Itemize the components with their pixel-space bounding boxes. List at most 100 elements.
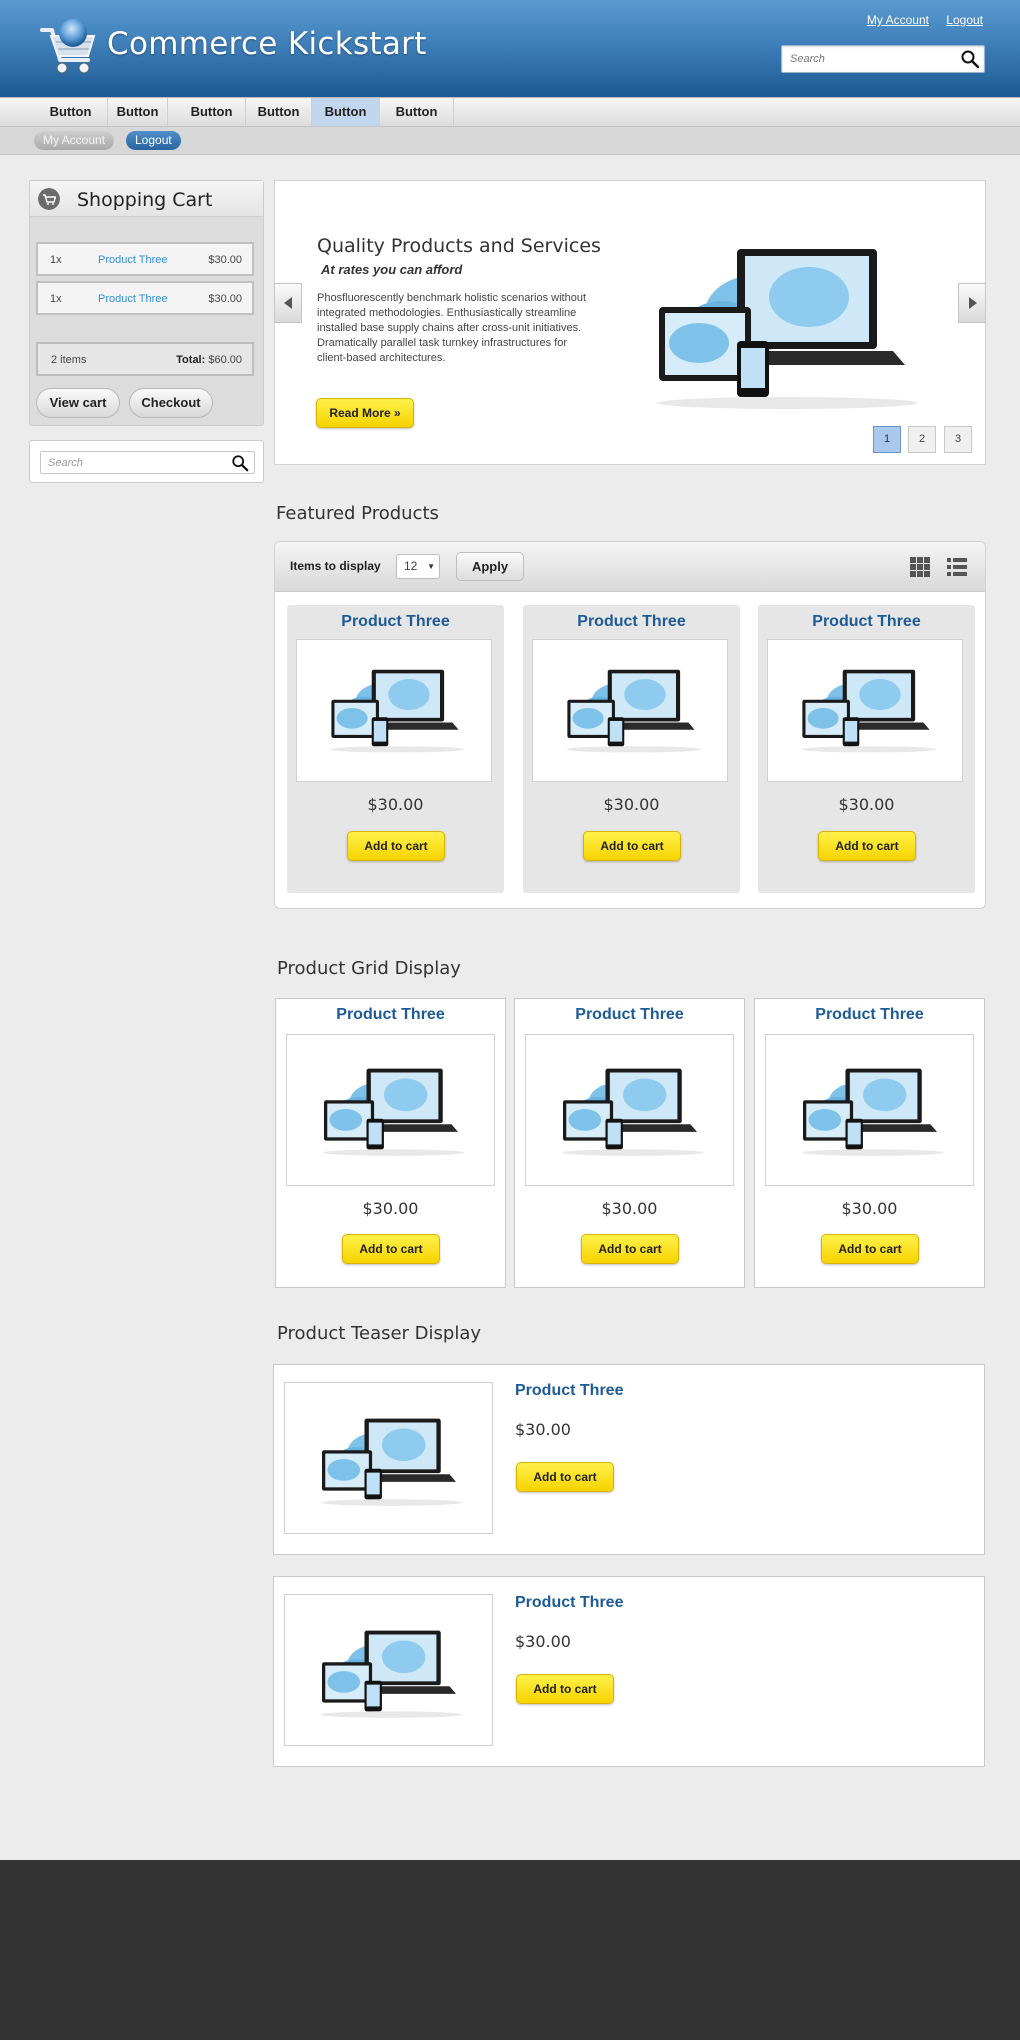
slider-prev-button[interactable] <box>274 283 302 323</box>
product-title-link[interactable]: Product Three <box>276 1006 505 1024</box>
menu-item-3[interactable]: Button <box>178 98 246 126</box>
product-devices-image <box>801 1068 944 1156</box>
product-image[interactable] <box>296 639 492 782</box>
add-to-cart-button[interactable]: Add to cart <box>516 1462 614 1492</box>
product-image[interactable] <box>767 639 963 782</box>
product-price: $30.00 <box>362 1199 419 1218</box>
grid-product-card: Product Three $30.00 Add to cart <box>275 998 506 1288</box>
slide-body: Phosfluorescently benchmark holistic sce… <box>317 292 587 364</box>
featured-heading: Featured Products <box>276 503 439 524</box>
menu-item-6[interactable]: Button <box>380 98 454 126</box>
product-title-link[interactable]: Product Three <box>755 1006 984 1024</box>
add-to-cart-button[interactable]: Add to cart <box>581 1234 679 1264</box>
items-to-display-label: Items to display <box>290 559 381 573</box>
product-image[interactable] <box>525 1034 734 1186</box>
add-to-cart-button[interactable]: Add to cart <box>342 1234 440 1264</box>
items-per-page-value: 12 <box>404 559 418 573</box>
search-icon[interactable] <box>231 454 249 472</box>
view-cart-button[interactable]: View cart <box>36 388 120 418</box>
teaser-product: Product Three $30.00 Add to cart <box>273 1576 985 1767</box>
shopping-cart-logo-icon[interactable] <box>34 16 100 82</box>
read-more-button[interactable]: Read More » <box>316 398 414 428</box>
product-price: $30.00 <box>515 1632 571 1651</box>
shopping-cart-block: Shopping Cart 1x Product Three $30.00 1x… <box>29 180 264 426</box>
product-price: $30.00 <box>603 795 660 814</box>
product-title-link[interactable]: Product Three <box>287 613 504 631</box>
product-image[interactable] <box>284 1594 493 1746</box>
list-view-icon[interactable] <box>945 555 969 579</box>
menu-item-2[interactable]: Button <box>108 98 168 126</box>
slider-page-3[interactable]: 3 <box>944 426 972 453</box>
cart-line-product-link[interactable]: Product Three <box>98 293 168 305</box>
items-per-page-select[interactable]: 12 ▼ <box>396 554 440 579</box>
user-menu: My Account Logout <box>0 127 1020 155</box>
product-price: $30.00 <box>515 1420 571 1439</box>
cart-line-item: 1x Product Three $30.00 <box>36 242 254 276</box>
product-title-link[interactable]: Product Three <box>515 1382 623 1400</box>
add-to-cart-button[interactable]: Add to cart <box>583 831 681 861</box>
site-footer <box>0 1860 1020 2040</box>
cart-total: Total: $60.00 <box>176 354 242 366</box>
cart-title: Shopping Cart <box>77 189 213 211</box>
search-icon[interactable] <box>960 49 980 69</box>
my-account-link[interactable]: My Account <box>867 13 929 27</box>
add-to-cart-button[interactable]: Add to cart <box>821 1234 919 1264</box>
my-account-pill[interactable]: My Account <box>34 131 115 150</box>
cart-summary: 2 items Total: $60.00 <box>36 342 254 376</box>
cart-line-price: $30.00 <box>208 254 242 266</box>
product-price: $30.00 <box>601 1199 658 1218</box>
add-to-cart-button[interactable]: Add to cart <box>516 1674 614 1704</box>
product-title-link[interactable]: Product Three <box>523 613 740 631</box>
product-image[interactable] <box>284 1382 493 1534</box>
grid-view-icon[interactable] <box>908 555 932 579</box>
product-devices-image <box>330 669 465 753</box>
grid-display-heading: Product Grid Display <box>277 958 461 979</box>
sidebar-search-input[interactable]: Search <box>40 451 255 474</box>
featured-products-block: Items to display 12 ▼ Apply Product Thre… <box>274 541 986 909</box>
featured-product-card: Product Three $30.00 Add to cart <box>287 605 504 893</box>
product-devices-image <box>320 1630 463 1718</box>
apply-button[interactable]: Apply <box>456 552 524 581</box>
product-title-link[interactable]: Product Three <box>758 613 975 631</box>
featured-product-card: Product Three $30.00 Add to cart <box>523 605 740 893</box>
slider-next-button[interactable] <box>958 283 986 323</box>
product-image[interactable] <box>532 639 728 782</box>
product-image[interactable] <box>765 1034 974 1186</box>
featured-toolbar: Items to display 12 ▼ Apply <box>275 542 985 592</box>
product-image[interactable] <box>286 1034 495 1186</box>
sidebar-search: Search <box>29 440 264 483</box>
menu-item-4[interactable]: Button <box>246 98 312 126</box>
logout-link[interactable]: Logout <box>946 13 983 27</box>
cart-header: Shopping Cart <box>30 181 263 217</box>
teaser-product: Product Three $30.00 Add to cart <box>273 1364 985 1555</box>
product-price: $30.00 <box>838 795 895 814</box>
add-to-cart-button[interactable]: Add to cart <box>818 831 916 861</box>
logout-pill[interactable]: Logout <box>126 131 181 150</box>
slide-subtitle: At rates you can afford <box>321 262 463 277</box>
site-header: Commerce Kickstart My Account Logout <box>0 0 1020 97</box>
cart-total-label: Total: <box>176 354 206 366</box>
slider-page-2[interactable]: 2 <box>908 426 936 453</box>
add-to-cart-button[interactable]: Add to cart <box>347 831 445 861</box>
header-search-input[interactable] <box>782 46 950 72</box>
main-menu: Button Button Button Button Button Butto… <box>0 97 1020 127</box>
checkout-button[interactable]: Checkout <box>129 388 213 418</box>
product-devices-image <box>566 669 701 753</box>
cart-line-product-link[interactable]: Product Three <box>98 254 168 266</box>
arrow-left-icon <box>284 297 292 309</box>
product-price: $30.00 <box>841 1199 898 1218</box>
menu-item-5[interactable]: Button <box>312 98 380 126</box>
cart-items-count: 2 items <box>51 354 87 366</box>
slider-page-1[interactable]: 1 <box>873 426 901 453</box>
cart-icon <box>38 188 60 210</box>
arrow-right-icon <box>969 297 977 309</box>
header-links: My Account Logout <box>853 13 983 27</box>
featured-product-card: Product Three $30.00 Add to cart <box>758 605 975 893</box>
product-title-link[interactable]: Product Three <box>515 1594 623 1612</box>
site-name[interactable]: Commerce Kickstart <box>107 26 427 62</box>
product-title-link[interactable]: Product Three <box>515 1006 744 1024</box>
product-price: $30.00 <box>367 795 424 814</box>
cart-line-price: $30.00 <box>208 293 242 305</box>
grid-product-card: Product Three $30.00 Add to cart <box>754 998 985 1288</box>
menu-item-1[interactable]: Button <box>34 98 108 126</box>
